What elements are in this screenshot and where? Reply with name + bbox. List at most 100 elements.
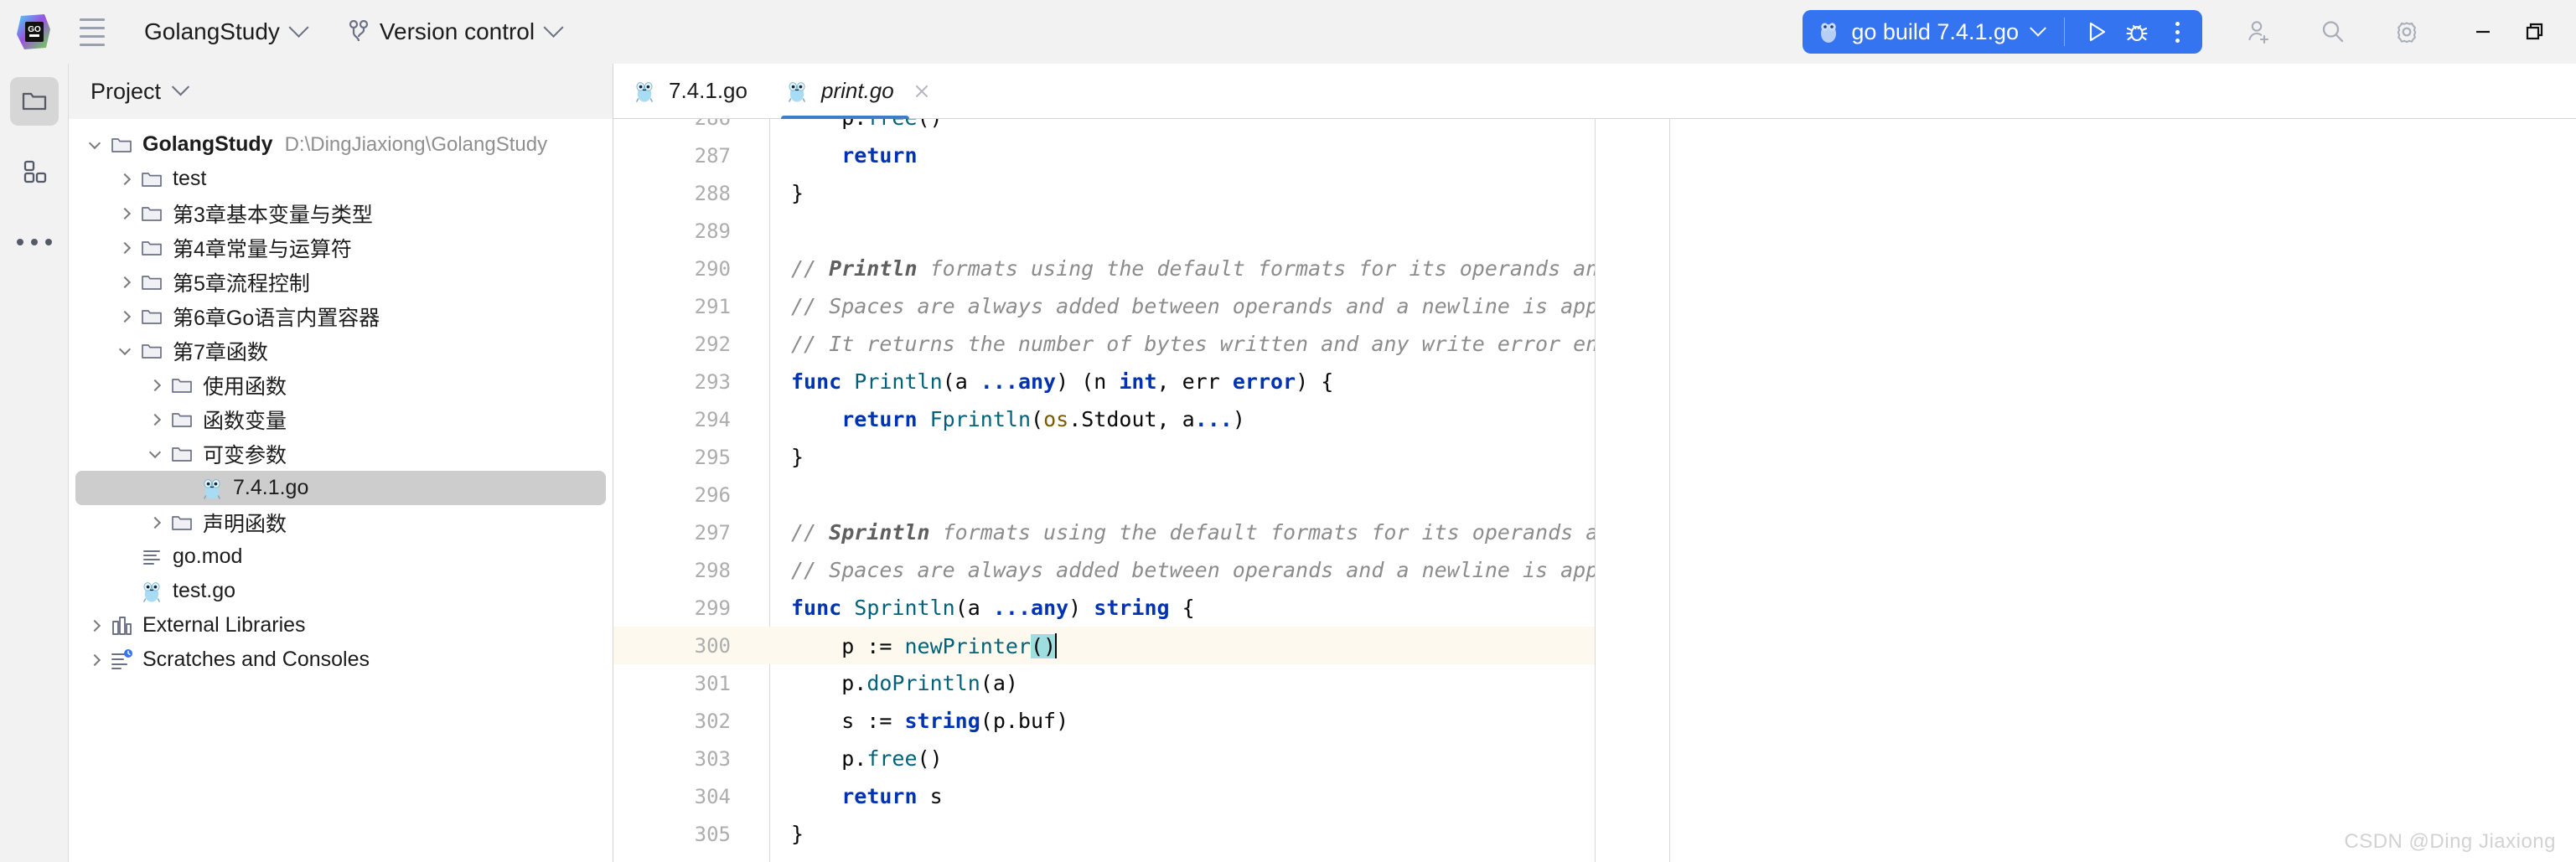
tree-node[interactable]: 使用函数 xyxy=(75,368,606,402)
tree-node-label: Scratches and Consoles xyxy=(142,648,370,671)
run-more-button[interactable] xyxy=(2157,13,2197,50)
tree-twisty[interactable] xyxy=(114,306,136,328)
project-name-chip[interactable]: GolangStudy xyxy=(136,12,314,52)
line-content: p.free() xyxy=(749,119,942,130)
tree-node-label: External Libraries xyxy=(142,613,306,637)
line-number[interactable]: 302 xyxy=(613,710,749,733)
tree-twisty[interactable] xyxy=(114,203,136,225)
folder-icon xyxy=(169,374,194,397)
editor-tab[interactable]: 7.4.1.go xyxy=(613,64,766,118)
version-control-chip[interactable]: Version control xyxy=(339,12,569,52)
editor-tab[interactable]: print.go xyxy=(766,64,951,121)
close-icon[interactable] xyxy=(911,80,933,102)
line-content: return xyxy=(841,143,918,168)
gopher-icon xyxy=(199,476,225,500)
minimize-button[interactable] xyxy=(2457,11,2509,53)
run-configuration-label: go build 7.4.1.go xyxy=(1851,18,2019,44)
tree-twisty[interactable] xyxy=(174,477,196,499)
line-number[interactable]: 291 xyxy=(613,295,749,318)
tree-node[interactable]: 可变参数 xyxy=(75,436,606,471)
editor-tab-label: print.go xyxy=(820,78,894,103)
line-number[interactable]: 304 xyxy=(613,785,749,808)
tree-node[interactable]: test.go xyxy=(75,574,606,608)
sidebar-item-more[interactable] xyxy=(10,218,59,266)
restore-window-button[interactable] xyxy=(2509,11,2561,53)
tree-node[interactable]: 函数变量 xyxy=(75,402,606,436)
settings-button[interactable] xyxy=(2383,8,2430,55)
debug-button[interactable] xyxy=(2117,13,2157,50)
line-number[interactable]: 294 xyxy=(613,408,749,431)
run-configuration-selector[interactable]: go build 7.4.1.go xyxy=(1814,13,2052,50)
tree-twisty[interactable] xyxy=(84,615,106,637)
tree-node[interactable]: 第5章流程控制 xyxy=(75,265,606,299)
tree-twisty[interactable] xyxy=(114,340,136,362)
line-number[interactable]: 292 xyxy=(613,333,749,356)
tree-node-label: 7.4.1.go xyxy=(233,476,309,499)
tree-node-label: GolangStudy xyxy=(142,132,273,156)
line-content: } xyxy=(791,445,804,469)
line-number[interactable]: 305 xyxy=(613,823,749,846)
tree-node[interactable]: go.mod xyxy=(75,539,606,574)
tree-twisty[interactable] xyxy=(114,237,136,259)
add-user-button[interactable] xyxy=(2236,8,2283,55)
tree-twisty[interactable] xyxy=(84,649,106,671)
line-number[interactable]: 293 xyxy=(613,370,749,394)
tree-node-label: test.go xyxy=(173,579,236,602)
line-number[interactable]: 297 xyxy=(613,521,749,545)
tree-twisty[interactable] xyxy=(144,443,166,465)
line-number[interactable]: 300 xyxy=(613,634,749,658)
code-line: 300 p := newPrinter() xyxy=(613,627,1595,664)
tree-node-label: 第5章流程控制 xyxy=(173,271,310,296)
project-name-label: GolangStudy xyxy=(144,18,280,44)
line-number[interactable]: 287 xyxy=(613,144,749,168)
code-line: 301 p.doPrintln(a) xyxy=(613,664,1595,702)
tree-node[interactable]: 第7章函数 xyxy=(75,333,606,368)
tree-twisty[interactable] xyxy=(144,512,166,534)
tree-node-label: 第6章Go语言内置容器 xyxy=(173,306,380,330)
tree-node[interactable]: External Libraries xyxy=(75,608,606,643)
code-editor[interactable]: 286 p.free()287 return288}289290// Print… xyxy=(613,119,1596,862)
tree-node-label: go.mod xyxy=(173,545,243,568)
tree-node[interactable]: 声明函数 xyxy=(75,505,606,539)
tree-twisty[interactable] xyxy=(144,409,166,431)
line-number[interactable]: 299 xyxy=(613,596,749,620)
tree-node[interactable]: 7.4.1.go xyxy=(75,471,606,505)
line-content: p := newPrinter() xyxy=(791,632,1058,658)
tree-twisty[interactable] xyxy=(114,271,136,293)
code-line: 303 p.free() xyxy=(613,740,1595,777)
line-number[interactable]: 301 xyxy=(613,672,749,695)
line-number[interactable]: 298 xyxy=(613,559,749,582)
tree-twisty[interactable] xyxy=(84,134,106,156)
line-number[interactable]: 288 xyxy=(613,182,749,205)
sidebar-item-structure[interactable] xyxy=(10,147,59,196)
line-number[interactable]: 290 xyxy=(613,257,749,281)
folder-icon xyxy=(169,511,194,534)
line-number[interactable]: 296 xyxy=(613,483,749,507)
line-number[interactable]: 303 xyxy=(613,747,749,771)
tree-node[interactable]: GolangStudy D:\DingJiaxiong\GolangStudy xyxy=(75,127,606,162)
tree-node[interactable]: 第3章基本变量与类型 xyxy=(75,196,606,230)
project-panel-title: Project xyxy=(91,78,162,104)
tree-twisty[interactable] xyxy=(144,374,166,396)
tree-node[interactable]: 第4章常量与运算符 xyxy=(75,230,606,265)
line-number[interactable]: 286 xyxy=(613,119,749,130)
line-content: // It returns the number of bytes writte… xyxy=(791,332,1595,356)
tree-node[interactable]: Scratches and Consoles xyxy=(75,643,606,677)
tree-node[interactable]: test xyxy=(75,162,606,196)
sidebar-item-project[interactable] xyxy=(9,77,59,126)
tree-twisty[interactable] xyxy=(114,168,136,190)
code-line: 293 func Println(a ...any) (n int, err er… xyxy=(613,363,1595,400)
line-number[interactable]: 295 xyxy=(613,446,749,469)
run-button[interactable] xyxy=(2077,13,2117,50)
folder-icon xyxy=(169,442,194,466)
line-number[interactable]: 289 xyxy=(613,219,749,243)
tree-twisty[interactable] xyxy=(114,546,136,568)
code-line: 296 xyxy=(613,476,1595,514)
tree-node[interactable]: 第6章Go语言内置容器 xyxy=(75,299,606,333)
tree-twisty[interactable] xyxy=(114,581,136,602)
editor-area: 7.4.1.go print.go 286 p.free() 287 return 2… xyxy=(613,64,2576,862)
hamburger-menu-icon[interactable] xyxy=(70,10,114,54)
code-line: 299 func Sprintln(a ...any) string { xyxy=(613,589,1595,627)
project-panel-header[interactable]: Project xyxy=(69,64,613,119)
search-button[interactable] xyxy=(2310,8,2356,55)
